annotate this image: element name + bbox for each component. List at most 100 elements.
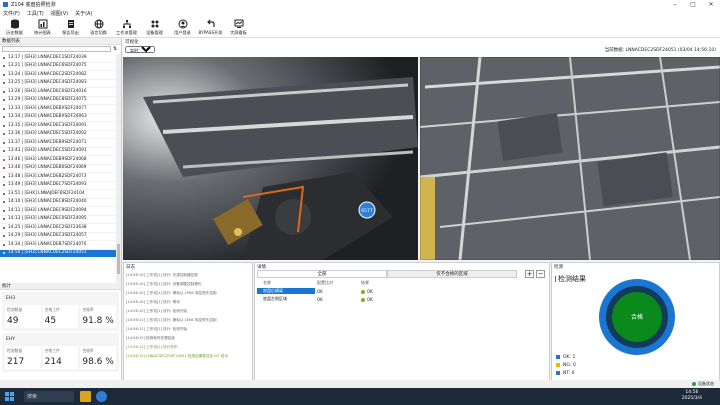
legend-ng: NG: 0 <box>556 361 576 369</box>
ok-icon <box>361 289 365 294</box>
status-dot-icon <box>3 192 5 195</box>
stat-pass: 45 <box>44 316 57 326</box>
globe-icon <box>94 19 103 29</box>
log-line: [14:56:10] 工作流[1] 执行: 设备调整控制漏光 <box>126 282 202 286</box>
result-center-label: 合格 <box>631 313 643 321</box>
app-icon <box>3 2 8 7</box>
workflow-icon <box>122 20 131 28</box>
result-donut: 合格 <box>599 279 675 355</box>
status-dot-icon <box>3 107 5 110</box>
log-line: [14:56:10] 工作流[1] 执行: 光源控制器控制 <box>126 273 198 277</box>
status-dot-icon <box>3 175 5 178</box>
log-line: [14:56:10] 工作流[1] 执行: 撕标认 LENS 电控镜头控制 <box>126 291 217 295</box>
log-panel: 日志 [14:56:10] 工作流[1] 执行: 光源控制器控制 [14:56:1… <box>123 262 253 388</box>
history-data-button[interactable]: 历史数据 <box>1 17 28 38</box>
menu-file[interactable]: 文件(F) <box>3 10 20 17</box>
stats-chart-button[interactable]: 统计图表 <box>29 17 56 38</box>
maximize-button[interactable]: □ <box>684 1 702 8</box>
taskbar-search[interactable]: 搜索 <box>24 391 74 402</box>
workflow-manage-button[interactable]: 工作流管理 <box>113 17 140 38</box>
status-dot-icon <box>3 133 5 136</box>
menu-view[interactable]: 视图(V) <box>51 10 68 17</box>
user-icon <box>178 19 187 29</box>
result-panel-title: 检测 <box>554 265 563 270</box>
status-dot-icon <box>3 56 5 59</box>
stat-pass: 214 <box>44 357 62 367</box>
windows-start-icon[interactable] <box>4 391 15 402</box>
stat-count: 217 <box>7 357 25 367</box>
chart-icon <box>38 19 47 29</box>
bypass-icon <box>206 19 215 27</box>
stats-panel: 统计 EH3 检测数量 49 合格工件 45 合格率 91.8 % EHY 检测数量 2… <box>0 283 122 388</box>
window-title: Z104 底盘拍照检测 <box>11 2 56 8</box>
legend-ok: OK: 1 <box>556 353 576 361</box>
bypass-button[interactable]: BYPASS开发 <box>197 17 224 38</box>
status-dot-icon <box>3 201 5 204</box>
status-dot-icon <box>3 226 5 229</box>
status-dot-icon <box>3 184 5 187</box>
minimize-button[interactable]: – <box>666 1 684 8</box>
log-line: [14:56:12] 工作流[1] 执行完毕 <box>126 345 178 349</box>
search-input[interactable] <box>2 46 111 52</box>
device-icon <box>151 20 158 28</box>
status-bar: 设备状态 <box>0 380 720 388</box>
expand-button[interactable]: + <box>525 270 534 278</box>
log-line: [14:56:12] 检测耗时处理结束 <box>126 336 175 340</box>
result-title: 检测结果 <box>558 275 586 283</box>
menu-about[interactable]: 关于(A) <box>75 10 92 17</box>
status-dot-icon <box>3 235 5 238</box>
dashboard-button[interactable]: 大屏看板 <box>225 17 252 38</box>
menu-tools[interactable]: 工具(T) <box>27 10 44 17</box>
status-dot-icon <box>3 243 5 246</box>
close-button[interactable]: ✕ <box>702 1 720 8</box>
mode-select[interactable]: 实时 <box>125 46 155 53</box>
status-dot-icon <box>3 218 5 221</box>
title-bar: Z104 底盘拍照检测 – □ ✕ <box>0 0 720 9</box>
status-dot-icon <box>3 209 5 212</box>
tab-ng-only[interactable]: 仅不合格的区域 <box>387 270 517 278</box>
detail-table: 名称 配置比对 结果 底盘后横梁 OK OK 底盘左侧区域 OK OK <box>257 280 549 303</box>
camera-view-left[interactable]: 6577 <box>123 57 418 260</box>
collapse-button[interactable]: − <box>536 270 545 278</box>
record-list-title: 数据列表 <box>0 38 121 45</box>
camera-view-right[interactable] <box>420 57 720 260</box>
user-login-button[interactable]: 用户登录 <box>169 17 196 38</box>
search-icon[interactable]: ⇅ <box>113 46 119 52</box>
stats-group-eh3: EH3 检测数量 49 合格工件 45 合格率 91.8 % <box>2 292 119 331</box>
menu-bar: 文件(F) 工具(T) 视图(V) 关于(A) <box>0 9 720 17</box>
status-dot-icon <box>3 90 5 93</box>
toolbar: 历史数据 统计图表 报告导出 语言切换 工作流管理 设备管理 用户登录 BYPA… <box>0 17 720 38</box>
log-line: [14:56:10] 工作流[1] 执行: 检测开始 <box>126 309 188 313</box>
scrollbar[interactable] <box>116 54 121 283</box>
status-dot-icon <box>3 150 5 153</box>
language-switch-button[interactable]: 语言切换 <box>85 17 112 38</box>
status-dot-icon <box>3 124 5 127</box>
tab-all[interactable]: 全部 <box>257 270 387 278</box>
status-dot-icon <box>3 167 5 170</box>
result-panel: 检测 检测结果 合格 OK: 1 NG: 0 NT: 0 <box>551 262 720 388</box>
stat-rate: 98.6 % <box>82 357 114 367</box>
ok-icon <box>361 297 365 302</box>
table-row[interactable]: 底盘后横梁 OK OK <box>257 287 549 295</box>
result-legend: OK: 1 NG: 0 NT: 0 <box>556 353 576 377</box>
database-icon <box>10 19 19 29</box>
taskbar: 搜索 14:56 2025/3/4 <box>0 388 720 405</box>
list-item[interactable]: 14:56 | [EH3] LNNACDEC2SDF24051 <box>0 249 117 258</box>
clock[interactable]: 14:56 2025/3/4 <box>682 390 702 402</box>
status-dot-icon <box>3 82 5 85</box>
stat-count: 49 <box>7 316 19 326</box>
status-dot-icon <box>3 141 5 144</box>
status-dot-icon <box>3 73 5 76</box>
report-export-button[interactable]: 报告导出 <box>57 17 84 38</box>
folder-icon[interactable] <box>80 391 91 402</box>
log-line: [14:56:11] 工作流[1] 执行: 撕标认 LENS 电控镜头控制 <box>126 318 217 322</box>
app-taskbar-icon[interactable] <box>96 391 107 402</box>
stats-group-ehy: EHY 检测数量 217 合格工件 214 合格率 98.6 % <box>2 333 119 372</box>
table-row[interactable]: 底盘左侧区域 OK OK <box>257 295 549 303</box>
log-line: [14:56:10] 工作流[1] 执行: 等待 <box>126 300 180 304</box>
visualization-header: 可视化 实时 当前数据: LNNACDEC2SDF24051 (03/04 14… <box>123 38 720 57</box>
device-manage-button[interactable]: 设备管理 <box>141 17 168 38</box>
status-dot-icon <box>3 99 5 102</box>
record-list: 13:17 | [EH3] LNNACDEC1SDF24039 13:21 | [… <box>0 54 117 283</box>
log-lines: [14:56:10] 工作流[1] 执行: 光源控制器控制 [14:56:10] … <box>124 270 252 362</box>
